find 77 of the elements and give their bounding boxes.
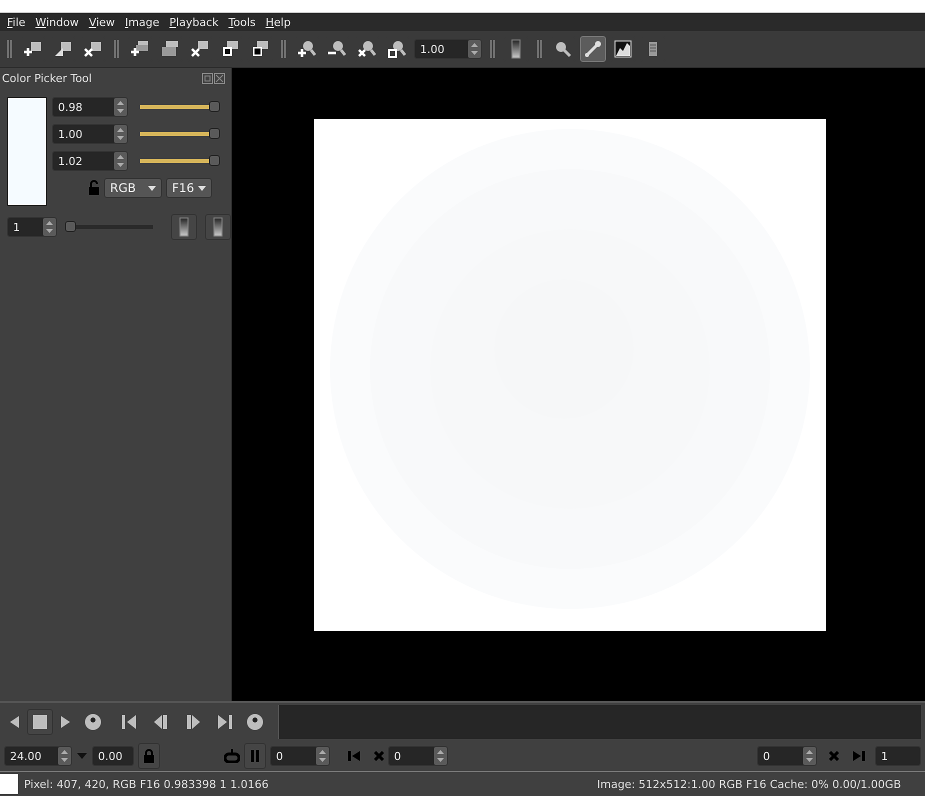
histogram-icon [614,40,632,58]
type-dropdown[interactable]: F16 [166,178,212,198]
stop-button[interactable] [27,709,53,735]
number-field[interactable]: 0 [270,746,330,766]
pipette-icon [584,40,602,58]
toolbar-handle[interactable] [537,40,542,58]
slider-thumb[interactable] [65,221,76,232]
plus-window-icon [24,40,42,58]
spin-arrows-icon[interactable] [43,218,56,236]
split-window-icon [54,40,72,58]
menu-item[interactable]: File [2,16,30,28]
number-field[interactable]: 1.02 [52,151,128,171]
menu-item[interactable]: Help [260,16,296,28]
number-field[interactable]: 1 [7,217,57,237]
stack-icon [161,40,179,58]
spin-arrows-icon[interactable] [114,125,127,143]
spin-arrows-icon[interactable] [114,98,127,116]
image-info: Image: 512x512:1.00 RGB F16 Cache: 0% 0.00/1.00GB [597,778,901,790]
gradient-button[interactable] [205,214,231,240]
spin-arrows-icon[interactable] [434,747,447,765]
speed-field[interactable]: 0.00 [92,746,134,766]
number-field[interactable]: 0 [757,746,817,766]
zoom-out-icon [328,40,346,58]
float-icon[interactable] [202,72,213,84]
last-frame-icon[interactable] [216,713,234,731]
menu-item[interactable]: View [84,16,120,28]
previous-frame-icon[interactable] [152,713,170,731]
number-field[interactable]: 0 [388,746,448,766]
toolbar-handle[interactable] [7,40,12,58]
first-frame-icon[interactable] [120,713,138,731]
panel-title: Color Picker Tool [2,72,92,84]
number-field[interactable]: 0.98 [52,97,128,117]
toolbar-handle[interactable] [114,40,119,58]
next-frame-icon[interactable] [184,713,202,731]
number-field[interactable]: 1.00 [52,124,128,144]
color-swatch [0,774,18,794]
menu-item[interactable]: Tools [224,16,261,28]
stop-icon [32,714,48,730]
record-icon[interactable] [246,713,264,731]
close-stack-icon [191,40,209,58]
pipette-button[interactable] [580,36,606,62]
close-icon[interactable] [214,72,225,84]
number-field[interactable]: 1.00 [414,39,482,59]
zoom-fit-icon [388,40,406,58]
menu-item[interactable]: Playback [164,16,224,28]
spin-arrows-icon[interactable] [803,747,816,765]
gradient-icon[interactable] [511,39,521,59]
caret-icon [198,186,206,190]
magnifier-icon [554,40,572,58]
record-icon[interactable] [84,713,102,731]
menu-item[interactable]: Image [120,16,164,28]
pause-icon [250,750,260,762]
gradient-button[interactable] [171,214,197,240]
slider-thumb[interactable] [209,155,220,166]
end-frame-field[interactable]: 1 [875,746,921,766]
toolbar-handle[interactable] [281,40,286,58]
caret-icon [148,186,156,190]
gradient-icon-a[interactable] [179,217,189,237]
plus-stack-icon [131,40,149,58]
number-field[interactable]: 24.00 [4,746,72,766]
menu-item[interactable]: Window [30,16,84,28]
close-window-icon [84,40,102,58]
slider-thumb[interactable] [209,128,220,139]
filled-frame-stack-icon [251,40,269,58]
format-dropdown[interactable]: RGB [104,178,162,198]
spin-arrows-icon[interactable] [58,747,71,765]
zoom-reset-icon [358,40,376,58]
zoom-in-icon [298,40,316,58]
frame-stack-icon [221,40,239,58]
spin-arrows-icon[interactable] [316,747,329,765]
spin-arrows-icon[interactable] [114,152,127,170]
lock-icon [143,749,155,763]
gradient-icon-b[interactable] [213,217,223,237]
slider-thumb[interactable] [209,101,220,112]
spin-arrows-icon[interactable] [468,40,481,58]
toolbar-handle[interactable] [490,40,495,58]
pixel-info: Pixel: 407, 420, RGB F16 0.983398 1 1.0166 [24,778,269,790]
